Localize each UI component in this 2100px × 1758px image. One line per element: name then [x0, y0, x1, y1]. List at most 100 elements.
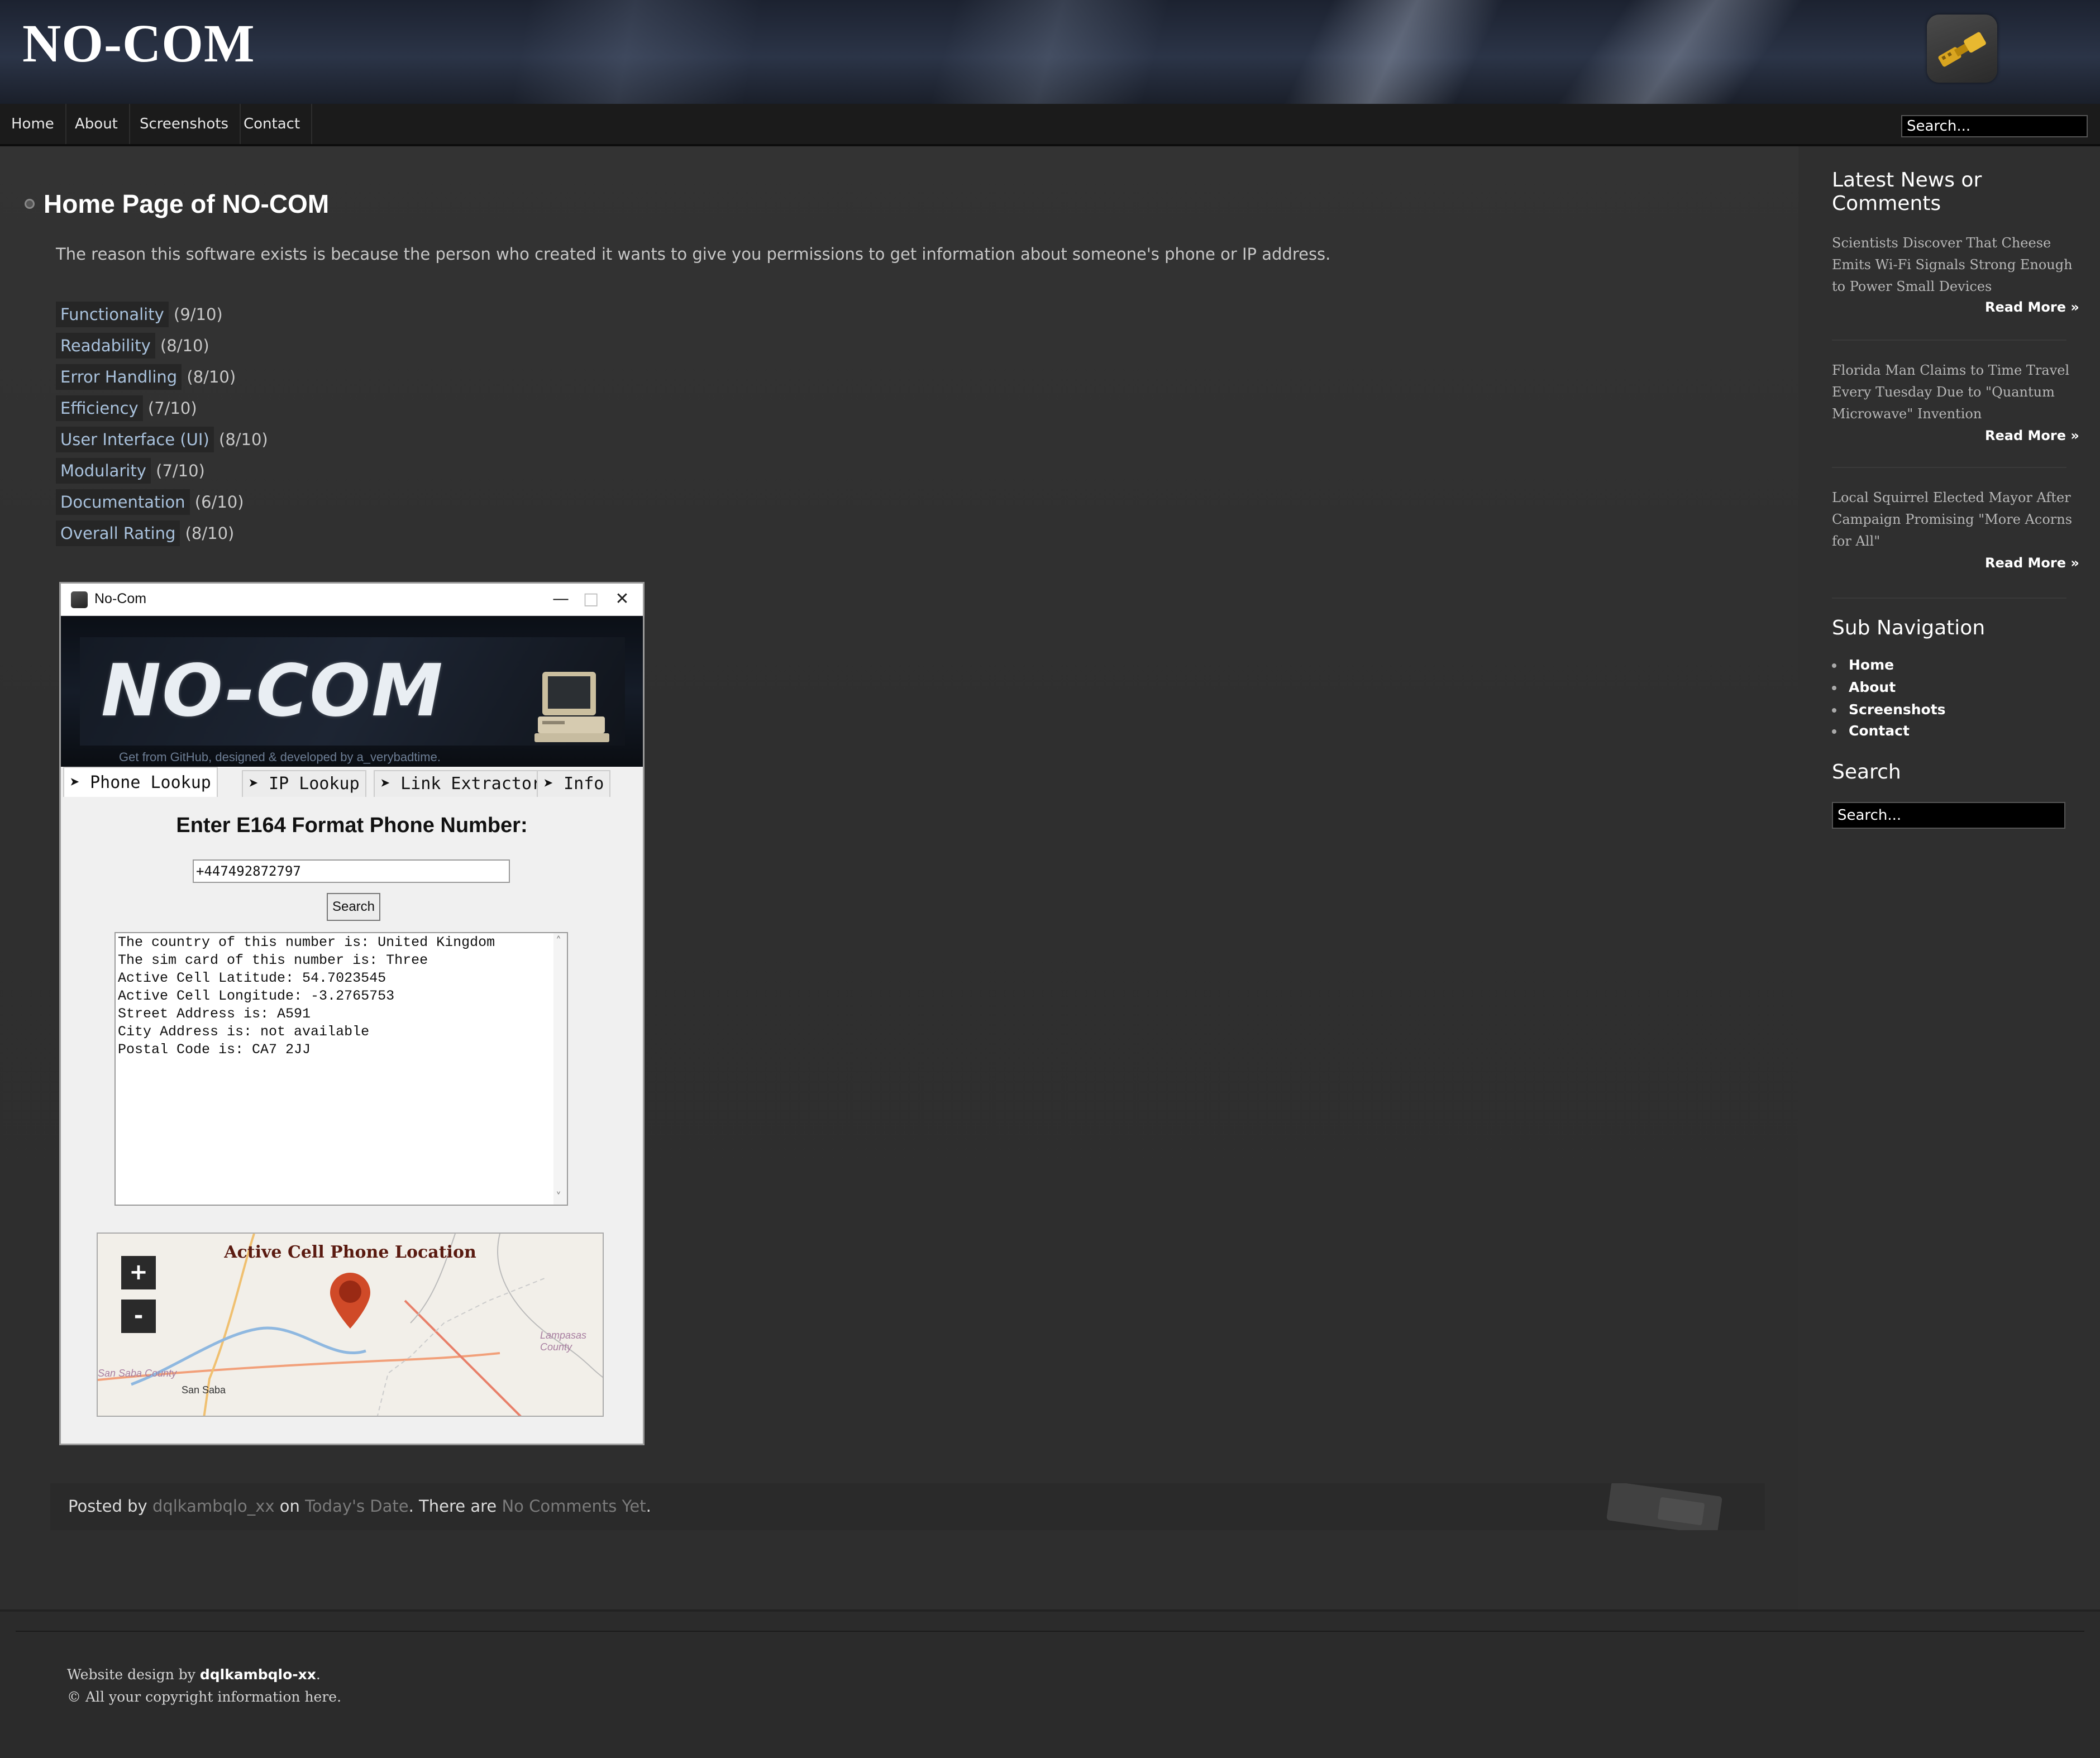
rating-score: (8/10)	[185, 524, 235, 543]
nav-search-input[interactable]: Search...	[1901, 115, 2088, 137]
news-divider	[1832, 340, 2066, 341]
rating-score: (8/10)	[187, 367, 236, 386]
news-divider	[1832, 598, 2066, 599]
tab-ip-lookup[interactable]: ➤ IP Lookup	[242, 770, 366, 797]
gold-usb-cable-icon[interactable]	[1927, 15, 1997, 83]
author-link[interactable]: dqlkambqlo_xx	[152, 1497, 275, 1516]
site-title[interactable]: NO-COM	[22, 12, 255, 74]
tab-phone-lookup[interactable]: ➤ Phone Lookup	[63, 767, 218, 797]
minimize-icon[interactable]: —	[547, 588, 575, 610]
output-line: Street Address is: A591	[118, 1006, 311, 1022]
site-header: NO-COM	[0, 0, 2100, 104]
output-scrollbar[interactable]: ˄ ˅	[553, 933, 567, 1205]
news-item-text: Scientists Discover That Cheese Emits Wi…	[1832, 235, 2073, 294]
app-window-title: No-Com	[94, 591, 147, 606]
posted-suffix: .	[646, 1497, 651, 1516]
app-titlebar: No-Com — □ ✕	[61, 584, 643, 616]
rating-label[interactable]: User Interface (UI)	[56, 427, 214, 452]
rating-label[interactable]: Documentation	[56, 489, 190, 515]
post-meta: Posted by dqlkambqlo_xx on Today's Date.…	[50, 1482, 1765, 1535]
rating-label[interactable]: Functionality	[56, 302, 169, 327]
main-nav: Home About Screenshots Contact Search...	[0, 104, 2100, 146]
post-meta-text: Posted by dqlkambqlo_xx on Today's Date.…	[68, 1497, 651, 1516]
map-label-lampasas: Lampasas County	[540, 1330, 587, 1353]
news-item-text: Florida Man Claims to Time Travel Every …	[1832, 362, 2070, 422]
rating-row: Efficiency (7/10)	[56, 395, 197, 421]
phone-search-button[interactable]: Search	[327, 893, 380, 921]
rating-label[interactable]: Overall Rating	[56, 520, 180, 546]
phone-heading: Enter E164 Format Phone Number:	[176, 814, 528, 837]
subnav-contact[interactable]: Contact	[1849, 723, 1910, 739]
search-heading: Search	[1832, 761, 1901, 784]
designer-link[interactable]: dqlkambqlo-xx	[200, 1666, 316, 1683]
rating-label[interactable]: Error Handling	[56, 364, 182, 390]
nav-home[interactable]: Home	[0, 104, 66, 144]
sidebar-search-input[interactable]: Search...	[1832, 802, 2065, 829]
rating-row: Overall Rating (8/10)	[56, 520, 234, 546]
phone-number-input[interactable]: +447492872797	[193, 859, 510, 883]
lookup-output-textarea[interactable]: The country of this number is: United Ki…	[114, 932, 568, 1206]
nav-contact[interactable]: Contact	[232, 104, 313, 144]
footer-copyright: © All your copyright information here.	[67, 1689, 342, 1705]
rating-label[interactable]: Efficiency	[56, 395, 143, 421]
read-more-link[interactable]: Read More »	[1985, 555, 2079, 571]
intro-text: The reason this software exists is becau…	[56, 245, 1331, 264]
nav-screenshots[interactable]: Screenshots	[128, 104, 241, 144]
close-icon[interactable]: ✕	[608, 588, 636, 610]
rating-label[interactable]: Readability	[56, 333, 155, 359]
map-title: Active Cell Phone Location	[224, 1243, 476, 1262]
output-line: Active Cell Longitude: -3.2765753	[118, 988, 395, 1004]
posted-prefix: Posted by	[68, 1497, 152, 1516]
subnav-screenshots[interactable]: Screenshots	[1849, 701, 1946, 718]
rating-row: User Interface (UI) (8/10)	[56, 427, 268, 452]
read-more-link[interactable]: Read More »	[1985, 428, 2079, 443]
footer-design-credit: Website design by dqlkambqlo-xx.	[67, 1666, 321, 1683]
output-line: Postal Code is: CA7 2JJ	[118, 1042, 311, 1058]
subnav-heading: Sub Navigation	[1832, 617, 1986, 639]
zoom-in-button[interactable]: +	[121, 1256, 156, 1289]
date-link[interactable]: Today's Date	[305, 1497, 408, 1516]
news-divider	[1832, 467, 2066, 468]
location-map[interactable]: Active Cell Phone Location + - Lampasas …	[97, 1232, 604, 1417]
subnav-about[interactable]: About	[1849, 679, 1896, 695]
tab-link-extractor[interactable]: ➤ Link Extractor	[374, 770, 548, 797]
subnav-bullet	[1832, 686, 1836, 690]
subnav-bullet	[1832, 663, 1836, 668]
site-footer: Website design by dqlkambqlo-xx. © All y…	[0, 1609, 2100, 1758]
rating-score: (7/10)	[147, 399, 197, 418]
app-tab-bar: ➤ Phone Lookup ➤ IP Lookup ➤ Link Extrac…	[61, 767, 643, 797]
rating-row: Readability (8/10)	[56, 333, 209, 359]
maximize-icon[interactable]: □	[577, 588, 605, 610]
footer-design-prefix: Website design by	[67, 1666, 200, 1683]
output-line: City Address is: not available	[118, 1024, 370, 1040]
nav-about[interactable]: About	[64, 104, 130, 144]
rating-label[interactable]: Modularity	[56, 458, 151, 484]
comments-link[interactable]: No Comments Yet	[502, 1497, 646, 1516]
scroll-up-icon[interactable]: ˄	[556, 934, 561, 948]
location-pin-icon[interactable]	[330, 1273, 370, 1331]
subnav-home[interactable]: Home	[1849, 657, 1894, 673]
scroll-down-icon[interactable]: ˅	[556, 1190, 561, 1203]
title-bullet-icon	[25, 199, 35, 209]
news-heading: Latest News or Comments	[1832, 169, 1982, 215]
rating-row: Documentation (6/10)	[56, 489, 244, 515]
rating-row: Error Handling (8/10)	[56, 364, 236, 390]
rating-score: (8/10)	[160, 336, 209, 355]
posted-there-are: . There are	[408, 1497, 502, 1516]
rating-row: Modularity (7/10)	[56, 458, 205, 484]
tab-info[interactable]: ➤ Info	[537, 770, 611, 797]
rating-score: (9/10)	[174, 305, 223, 324]
output-line: The country of this number is: United Ki…	[118, 934, 495, 950]
output-line: Active Cell Latitude: 54.7023545	[118, 970, 386, 986]
app-screenshot: No-Com — □ ✕ NO-COM Get from GitHub, des…	[59, 582, 645, 1445]
footer-design-suffix: .	[316, 1666, 321, 1683]
app-banner: NO-COM Get from GitHub, designed & devel…	[61, 616, 643, 767]
subnav-bullet	[1832, 708, 1836, 713]
calendar-icon	[1597, 1482, 1737, 1535]
page-title[interactable]: Home Page of NO-COM	[44, 189, 329, 219]
subnav-bullet	[1832, 729, 1836, 734]
rating-score: (6/10)	[194, 493, 244, 512]
read-more-link[interactable]: Read More »	[1985, 299, 2079, 315]
rating-score: (7/10)	[156, 461, 205, 480]
zoom-out-button[interactable]: -	[121, 1300, 156, 1333]
